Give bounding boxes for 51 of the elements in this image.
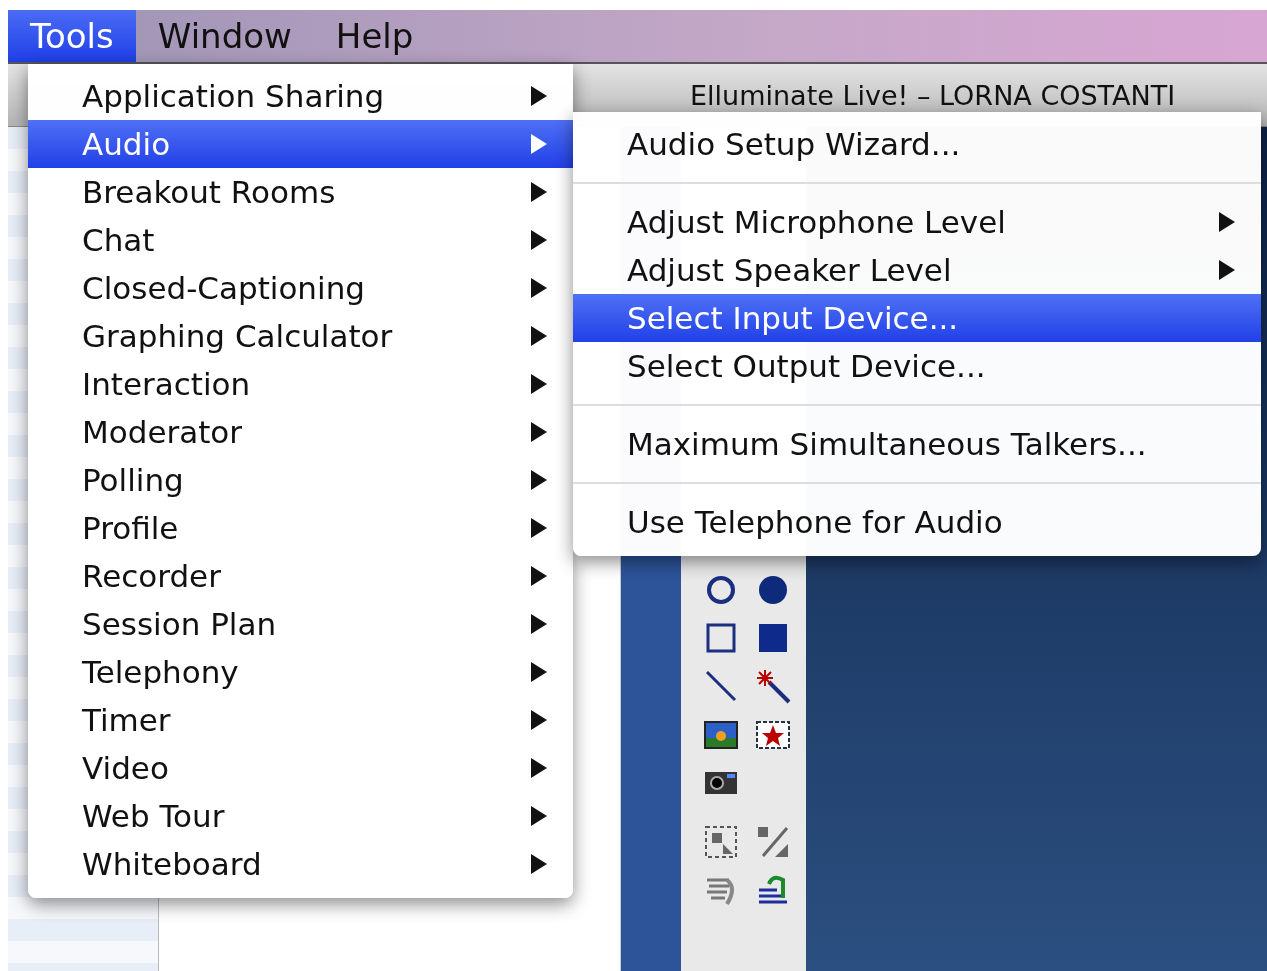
magic-wand-icon[interactable]: [755, 668, 791, 704]
submenu-arrow-icon: [529, 516, 549, 540]
menu-bar-item[interactable]: Help: [313, 10, 436, 62]
menu-item[interactable]: Audio: [28, 120, 573, 168]
selection-icon[interactable]: [703, 824, 739, 860]
submenu-arrow-icon: [1217, 258, 1237, 282]
submenu-arrow-icon: [529, 180, 549, 204]
menu-item[interactable]: Session Plan: [28, 600, 573, 648]
submenu-arrow-icon: [529, 756, 549, 780]
submenu-arrow-icon: [529, 228, 549, 252]
menu-item[interactable]: Audio Setup Wizard...: [573, 120, 1261, 168]
menu-item[interactable]: Graphing Calculator: [28, 312, 573, 360]
submenu-arrow-icon: [529, 372, 549, 396]
menu-item[interactable]: Interaction: [28, 360, 573, 408]
submenu-arrow-icon: [529, 564, 549, 588]
menu-item[interactable]: Recorder: [28, 552, 573, 600]
submenu-arrow-icon: [529, 84, 549, 108]
menu-item[interactable]: Telephony: [28, 648, 573, 696]
menu-item[interactable]: Closed-Captioning: [28, 264, 573, 312]
menu-item[interactable]: Select Input Device...: [573, 294, 1261, 342]
submenu-arrow-icon: [1217, 210, 1237, 234]
menu-item[interactable]: Select Output Device...: [573, 342, 1261, 390]
menu-bar-item[interactable]: Tools: [8, 10, 136, 62]
submenu-arrow-icon: [529, 468, 549, 492]
menu-item[interactable]: Chat: [28, 216, 573, 264]
submenu-arrow-icon: [529, 276, 549, 300]
window-title: Elluminate Live! – LORNA COSTANTI: [690, 79, 1176, 111]
menu-item[interactable]: Adjust Speaker Level: [573, 246, 1261, 294]
menu-item[interactable]: Profile: [28, 504, 573, 552]
menu-item[interactable]: Maximum Simultaneous Talkers...: [573, 420, 1261, 468]
submenu-arrow-icon: [529, 324, 549, 348]
menu-item[interactable]: Video: [28, 744, 573, 792]
submenu-arrow-icon: [529, 852, 549, 876]
menu-item[interactable]: Breakout Rooms: [28, 168, 573, 216]
submenu-arrow-icon: [529, 612, 549, 636]
submenu-arrow-icon: [529, 708, 549, 732]
submenu-arrow-icon: [529, 804, 549, 828]
menu-item[interactable]: Polling: [28, 456, 573, 504]
menu-item[interactable]: Web Tour: [28, 792, 573, 840]
menu-item[interactable]: Adjust Microphone Level: [573, 198, 1261, 246]
submenu-arrow-icon: [529, 132, 549, 156]
split-shapes-icon[interactable]: [755, 824, 791, 860]
menu-bar-item[interactable]: Window: [135, 10, 314, 62]
menu-item[interactable]: Use Telephone for Audio: [573, 498, 1261, 546]
menu-item[interactable]: Timer: [28, 696, 573, 744]
menu-item[interactable]: Whiteboard: [28, 840, 573, 888]
submenu-arrow-icon: [529, 660, 549, 684]
menu-item[interactable]: Application Sharing: [28, 72, 573, 120]
submenu-arrow-icon: [529, 420, 549, 444]
menu-item[interactable]: Moderator: [28, 408, 573, 456]
line-icon[interactable]: [703, 668, 739, 704]
